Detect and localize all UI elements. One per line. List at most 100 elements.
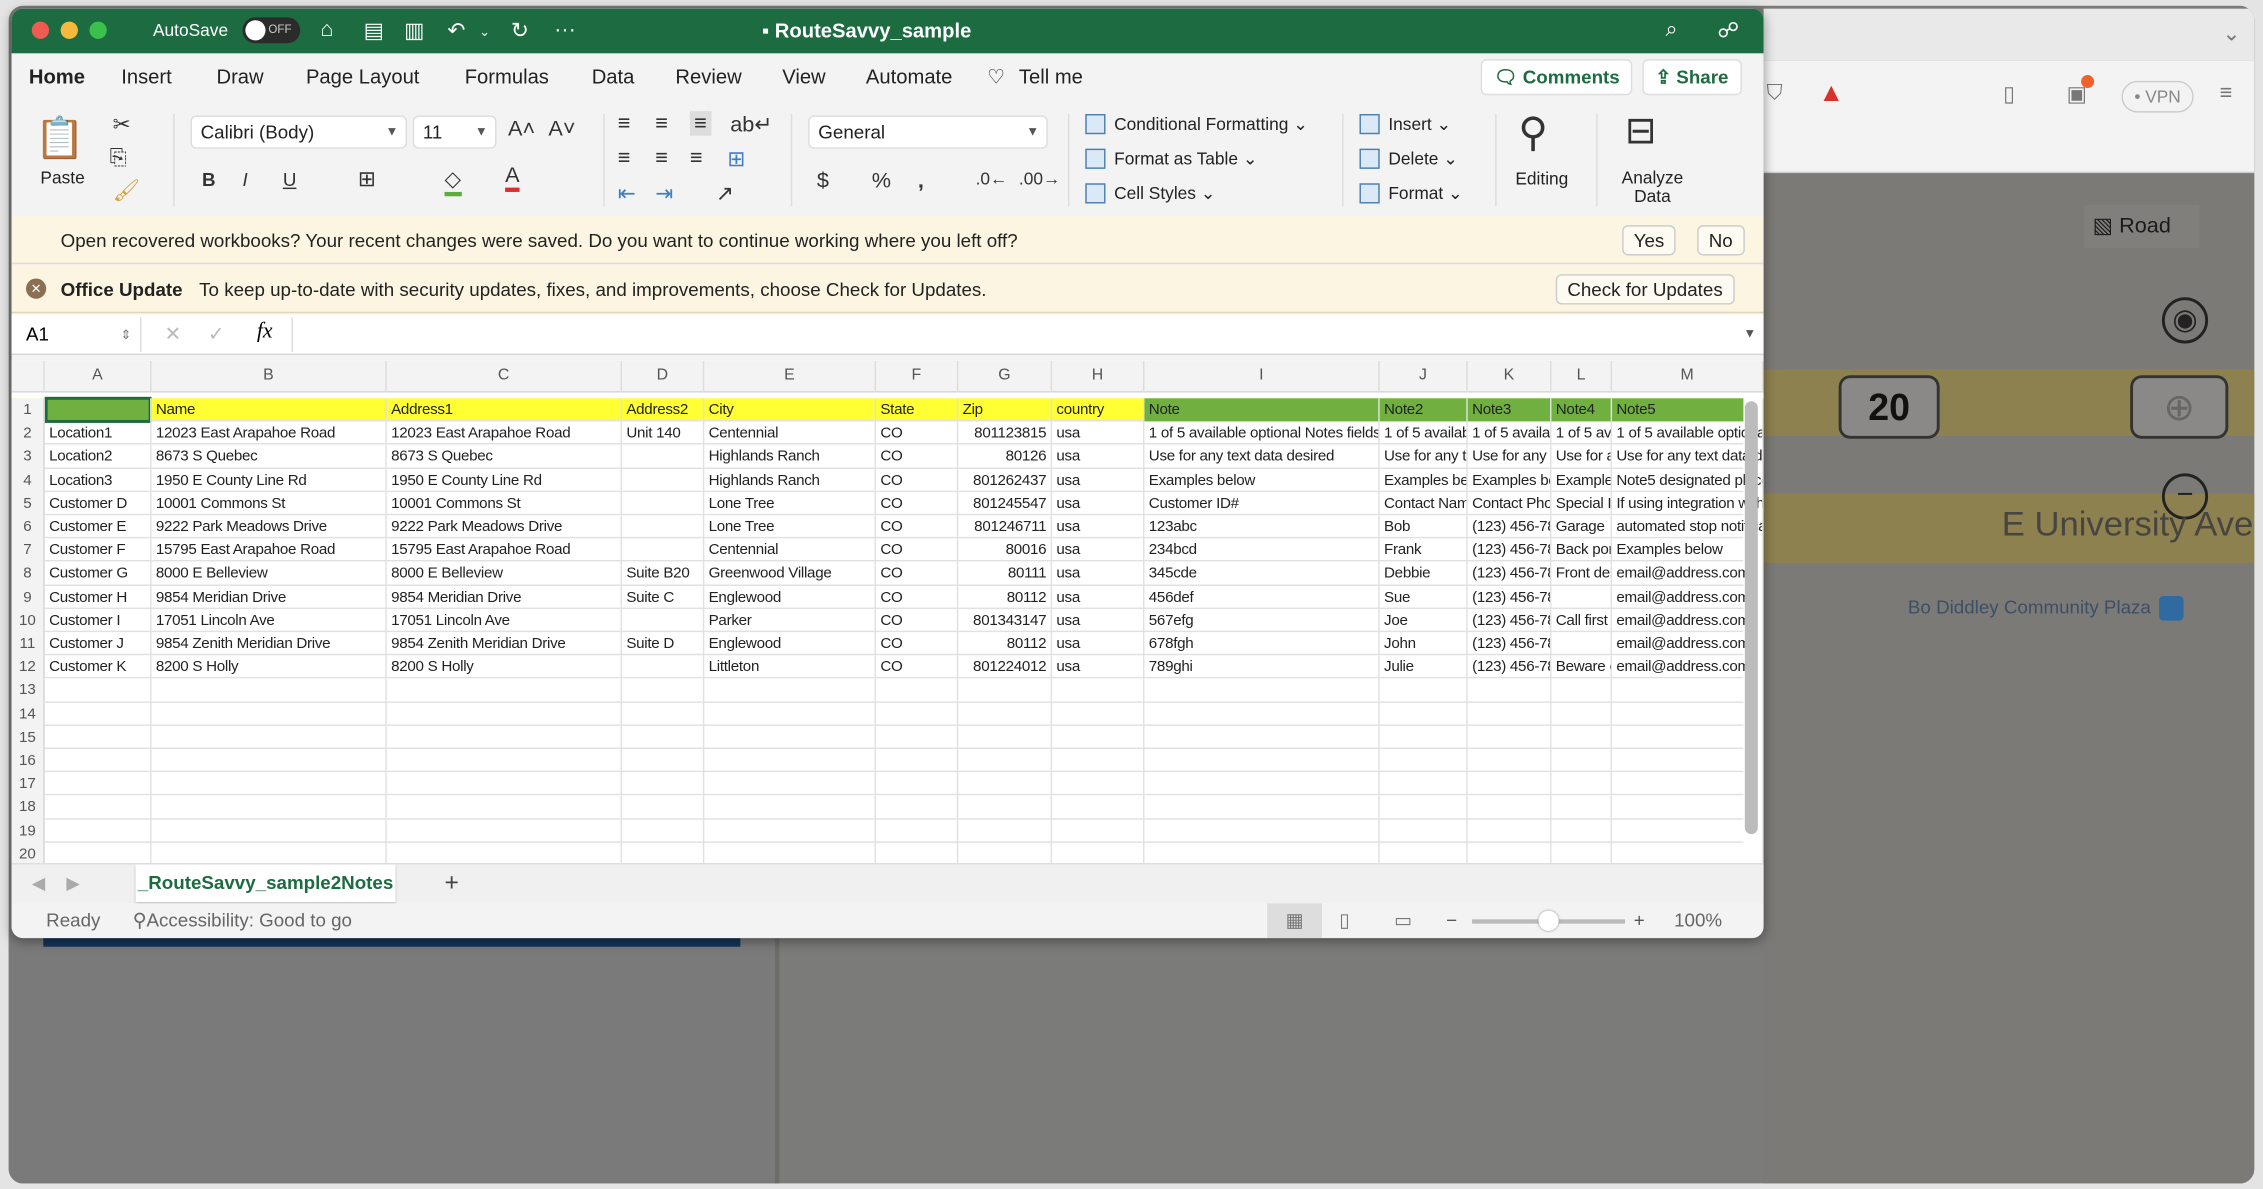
format-as-table-button[interactable]: Format as Table ⌄ — [1085, 148, 1257, 169]
cell[interactable] — [1380, 772, 1468, 796]
add-sheet-button[interactable]: + — [445, 869, 459, 898]
cell[interactable]: Unit 140 — [622, 421, 705, 446]
cell[interactable]: 80126 — [958, 445, 1053, 469]
cell[interactable] — [1144, 772, 1380, 796]
editing-search-icon[interactable]: ⚲ — [1518, 108, 1548, 156]
cell[interactable]: 801262437 — [958, 468, 1053, 492]
cell[interactable] — [876, 749, 959, 773]
cell[interactable] — [1551, 749, 1613, 773]
cell[interactable]: usa — [1052, 561, 1145, 586]
row-header[interactable]: 9 — [11, 585, 45, 609]
cell[interactable]: 1 of 5 available optional — [1612, 421, 1764, 446]
cell[interactable]: Call first — [1551, 608, 1613, 633]
font-name-select[interactable]: Calibri (Body) ▼ — [190, 115, 407, 149]
cell[interactable]: Beware of dog — [1551, 655, 1613, 679]
tab-draw[interactable]: Draw — [216, 65, 263, 88]
cell[interactable]: usa — [1052, 632, 1145, 656]
cancel-icon[interactable]: ✕ — [165, 322, 182, 347]
select-all-button[interactable] — [12, 360, 45, 393]
cell[interactable]: Lone Tree — [704, 491, 877, 516]
cell[interactable] — [387, 678, 623, 703]
cell[interactable]: Note — [1144, 398, 1380, 422]
cell[interactable] — [1612, 842, 1764, 864]
cell[interactable]: 8200 S Holly — [152, 655, 387, 679]
cell[interactable] — [1052, 819, 1145, 843]
align-center-icon[interactable]: ≡ — [655, 146, 668, 171]
row-header[interactable]: 18 — [11, 795, 45, 820]
page-break-view-icon[interactable]: ▭ — [1394, 903, 1412, 938]
cell[interactable]: 801224012 — [958, 655, 1053, 679]
cell[interactable]: Centennial — [704, 538, 877, 562]
fill-color-icon[interactable]: ◇ — [444, 166, 462, 197]
cell[interactable] — [1052, 702, 1145, 726]
spreadsheet-grid[interactable]: ABCDEFGHIJKLM 1 Name Address1 Address2 City S… — [11, 360, 1764, 864]
cell-styles-button[interactable]: Cell Styles ⌄ — [1085, 183, 1215, 204]
column-header-H[interactable]: H — [1052, 360, 1145, 393]
row-header[interactable]: 8 — [11, 561, 45, 586]
merge-icon[interactable]: ⊞ — [727, 146, 745, 172]
cell[interactable]: usa — [1052, 655, 1145, 679]
cell[interactable] — [704, 842, 877, 864]
cell[interactable] — [1468, 678, 1552, 703]
cell[interactable]: (123) 456-7890 — [1468, 632, 1552, 656]
increase-indent-icon[interactable]: ⇥ — [655, 180, 673, 207]
increase-decimal-icon[interactable]: .0← — [976, 169, 1008, 189]
cell[interactable]: usa — [1052, 538, 1145, 562]
cell[interactable]: CO — [876, 608, 959, 633]
cell[interactable]: 678fgh — [1144, 632, 1380, 656]
search-icon[interactable]: ⌕ — [1665, 17, 1677, 42]
cell[interactable]: John — [1380, 632, 1468, 656]
cell[interactable] — [1551, 585, 1613, 609]
cell[interactable]: Front desk — [1551, 561, 1613, 586]
cell[interactable]: Customer ID# — [1144, 491, 1380, 516]
zoom-slider[interactable] — [1472, 910, 1626, 931]
row-header[interactable]: 16 — [11, 749, 45, 773]
cell[interactable]: Use for any text data desired — [1144, 445, 1380, 469]
cell[interactable] — [45, 772, 152, 796]
cell[interactable]: 80112 — [958, 585, 1053, 609]
font-color-icon[interactable]: A — [505, 163, 520, 192]
insert-cells-button[interactable]: Insert ⌄ — [1359, 114, 1451, 135]
cell[interactable] — [704, 725, 877, 749]
cell[interactable] — [45, 702, 152, 726]
brave-rewards-icon[interactable]: ▲ — [1818, 78, 1844, 108]
cell[interactable] — [1052, 678, 1145, 703]
column-header-B[interactable]: B — [152, 360, 387, 393]
cell[interactable] — [622, 445, 705, 469]
decrease-decimal-icon[interactable]: .00→ — [1019, 169, 1060, 189]
cell[interactable] — [1612, 819, 1764, 843]
brave-shield-icon[interactable]: ⛉ — [1766, 81, 1782, 106]
cell[interactable] — [387, 749, 623, 773]
cell[interactable]: 8673 S Quebec — [387, 445, 623, 469]
cell[interactable] — [622, 491, 705, 516]
cell[interactable] — [1468, 819, 1552, 843]
more-icon[interactable]: ··· — [554, 17, 576, 42]
cell[interactable] — [152, 749, 387, 773]
page-layout-view-icon[interactable]: ▯ — [1339, 903, 1349, 938]
number-format-select[interactable]: General ▼ — [808, 115, 1048, 149]
cell[interactable]: 9854 Zenith Meridian Drive — [387, 632, 623, 656]
align-bottom-icon[interactable]: ≡ — [689, 111, 712, 136]
cell[interactable] — [1380, 842, 1468, 864]
cell[interactable] — [1052, 842, 1145, 864]
underline-button[interactable]: U — [283, 169, 297, 191]
cell[interactable] — [622, 468, 705, 492]
accessibility-status[interactable]: ⚲Accessibility: Good to go — [133, 903, 352, 938]
column-header-K[interactable]: K — [1468, 360, 1552, 393]
save-icon[interactable]: ▤ — [364, 17, 384, 44]
cell[interactable]: (123) 456-7890 — [1468, 655, 1552, 679]
align-right-icon[interactable]: ≡ — [690, 146, 703, 171]
cell[interactable]: (123) 456-7890 — [1468, 538, 1552, 562]
document-title[interactable]: ▪ RouteSavvy_sample — [762, 19, 971, 42]
tab-data[interactable]: Data — [592, 65, 635, 88]
cell[interactable] — [958, 725, 1053, 749]
formula-input[interactable] — [291, 317, 1735, 353]
vpn-button[interactable]: • VPN — [2121, 80, 2194, 113]
cell[interactable]: usa — [1052, 608, 1145, 633]
minimize-window-button[interactable] — [60, 21, 78, 39]
column-header-D[interactable]: D — [622, 360, 705, 393]
comma-icon[interactable]: , — [918, 169, 924, 194]
cell[interactable]: Customer E — [45, 515, 152, 539]
row-header[interactable]: 12 — [11, 655, 45, 679]
decrease-font-icon[interactable]: A˅ — [548, 117, 575, 142]
